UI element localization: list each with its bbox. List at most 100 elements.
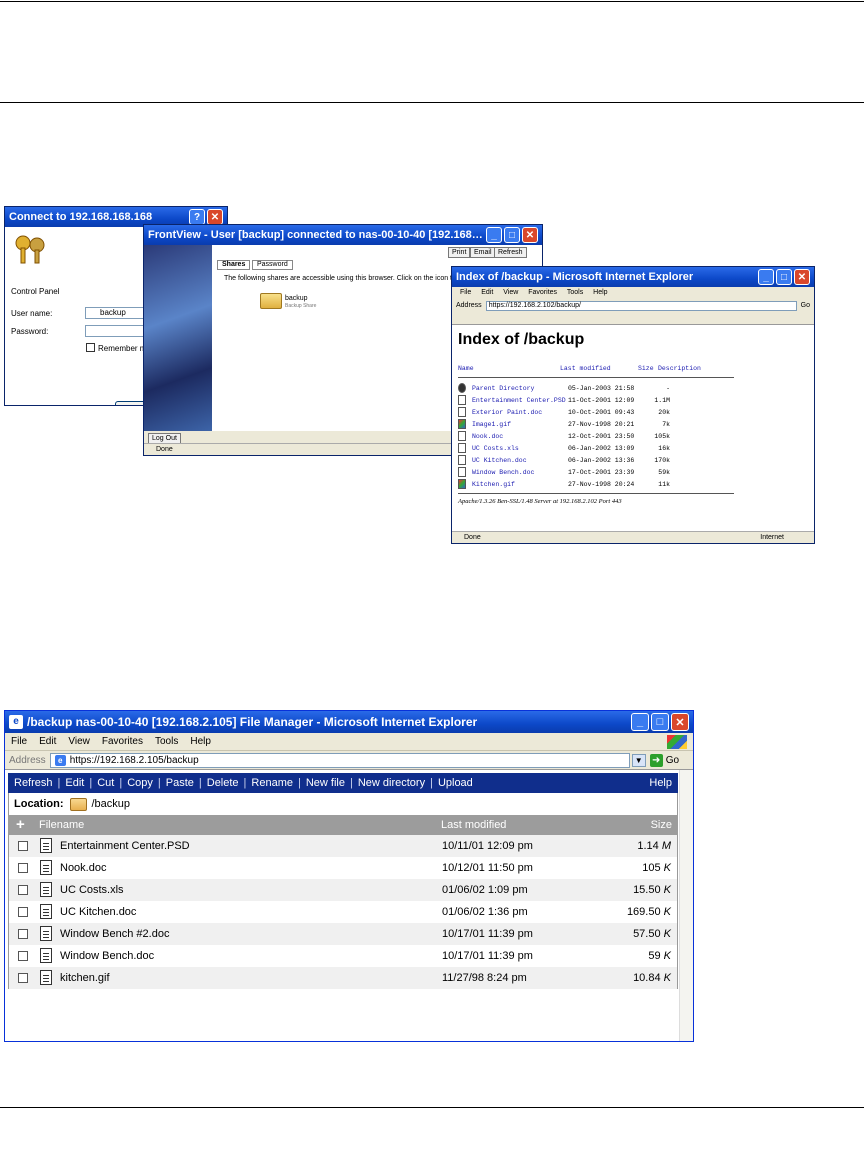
help-button[interactable]: ? xyxy=(189,209,205,225)
file-name[interactable]: Nook.doc xyxy=(60,862,106,874)
col-description[interactable]: Description xyxy=(658,365,701,372)
list-item: Parent Directory 05-Jan-2003 21:58 - xyxy=(458,383,748,394)
share-name[interactable]: backup xyxy=(285,295,308,302)
row-checkbox[interactable] xyxy=(18,929,28,939)
minimize-button[interactable]: _ xyxy=(486,227,502,243)
login-title: Connect to 192.168.168.168 xyxy=(9,211,153,223)
help-link[interactable]: Help xyxy=(649,777,672,789)
file-name[interactable]: kitchen.gif xyxy=(60,972,110,984)
close-button[interactable]: ✕ xyxy=(794,269,810,285)
col-last-modified[interactable]: Last modified xyxy=(441,819,506,831)
file-link[interactable]: UC Kitchen.doc xyxy=(472,457,527,464)
index-title: Index of /backup - Microsoft Internet Ex… xyxy=(456,271,694,283)
list-item: UC Costs.xls 06-Jan-2002 13:09 16k xyxy=(458,443,748,454)
menu-tools[interactable]: Tools xyxy=(155,736,178,747)
tab-password[interactable]: Password xyxy=(252,260,293,270)
file-name[interactable]: Window Bench.doc xyxy=(60,950,154,962)
vertical-scrollbar[interactable] xyxy=(679,770,693,1041)
col-size[interactable]: Size xyxy=(651,819,672,831)
file-name[interactable]: UC Costs.xls xyxy=(60,884,124,896)
upload-button[interactable]: Upload xyxy=(438,777,473,789)
remember-checkbox[interactable] xyxy=(86,343,95,352)
menu-help[interactable]: Help xyxy=(190,736,211,747)
table-row[interactable]: Window Bench.doc 10/17/01 11:39 pm 59 K xyxy=(9,945,677,967)
copy-button[interactable]: Copy xyxy=(127,777,153,789)
file-modified: 11/27/98 8:24 pm xyxy=(442,972,527,984)
new-file-button[interactable]: New file xyxy=(306,777,345,789)
separator: | xyxy=(119,777,123,789)
row-checkbox[interactable] xyxy=(18,885,28,895)
table-row[interactable]: UC Costs.xls 01/06/02 1:09 pm 15.50 K xyxy=(9,879,677,901)
delete-button[interactable]: Delete xyxy=(207,777,239,789)
file-name[interactable]: UC Kitchen.doc xyxy=(60,906,136,918)
rename-button[interactable]: Rename xyxy=(251,777,293,789)
maximize-button[interactable]: □ xyxy=(776,269,792,285)
close-button[interactable]: ✕ xyxy=(207,209,223,225)
file-link[interactable]: Exterior Paint.doc xyxy=(472,409,542,416)
bottom-rule xyxy=(0,1107,864,1108)
menu-edit[interactable]: Edit xyxy=(39,736,56,747)
file-link[interactable]: Window Bench.doc xyxy=(472,469,534,476)
menu-favorites[interactable]: Favorites xyxy=(528,289,557,296)
go-button[interactable]: Go xyxy=(801,302,810,309)
menu-edit[interactable]: Edit xyxy=(481,289,493,296)
file-date: 12-Oct-2001 23:50 xyxy=(568,433,635,440)
refresh-button[interactable]: Refresh xyxy=(494,247,527,258)
size-value: 105 xyxy=(642,862,661,874)
frontview-title: FrontView - User [backup] connected to n… xyxy=(148,229,484,241)
file-link[interactable]: Nook.doc xyxy=(472,433,503,440)
minimize-button[interactable]: _ xyxy=(631,713,649,731)
address-input[interactable]: https://192.168.2.102/backup/ xyxy=(485,300,797,311)
table-row[interactable]: UC Kitchen.doc 01/06/02 1:36 pm 169.50 K xyxy=(9,901,677,923)
menu-tools[interactable]: Tools xyxy=(567,289,583,296)
username-value: backup xyxy=(100,308,126,317)
col-name[interactable]: Name xyxy=(458,365,474,372)
col-filename[interactable]: Filename xyxy=(39,819,84,831)
print-button[interactable]: Print xyxy=(448,247,471,258)
row-checkbox[interactable] xyxy=(18,951,28,961)
file-name[interactable]: Window Bench #2.doc xyxy=(60,928,169,940)
menu-view[interactable]: View xyxy=(68,736,90,747)
ie-page-icon: e xyxy=(54,754,66,766)
file-link[interactable]: Kitchen.gif xyxy=(472,481,515,488)
file-link[interactable]: UC Costs.xls xyxy=(472,445,519,452)
maximize-button[interactable]: □ xyxy=(504,227,520,243)
menu-file[interactable]: File xyxy=(460,289,471,296)
table-row[interactable]: kitchen.gif 11/27/98 8:24 pm 10.84 K xyxy=(9,967,677,989)
tab-shares[interactable]: Shares xyxy=(217,260,251,270)
row-checkbox[interactable] xyxy=(18,841,28,851)
table-row[interactable]: Nook.doc 10/12/01 11:50 pm 105 K xyxy=(9,857,677,879)
refresh-button[interactable]: Refresh xyxy=(14,777,53,789)
email-button[interactable]: Email xyxy=(470,247,496,258)
row-checkbox[interactable] xyxy=(18,863,28,873)
paste-button[interactable]: Paste xyxy=(166,777,194,789)
menu-favorites[interactable]: Favorites xyxy=(102,736,143,747)
file-link[interactable]: Parent Directory xyxy=(472,385,534,392)
size-value: 59 xyxy=(648,950,661,962)
share-folder-icon[interactable] xyxy=(260,293,282,309)
table-row[interactable]: Window Bench #2.doc 10/17/01 11:39 pm 57.5… xyxy=(9,923,677,945)
row-checkbox[interactable] xyxy=(18,907,28,917)
edit-button[interactable]: Edit xyxy=(65,777,84,789)
menu-file[interactable]: File xyxy=(11,736,27,747)
go-button[interactable]: ➜ Go xyxy=(649,753,679,767)
row-checkbox[interactable] xyxy=(18,973,28,983)
menu-view[interactable]: View xyxy=(503,289,518,296)
file-link[interactable]: Image1.gif xyxy=(472,421,511,428)
cut-button[interactable]: Cut xyxy=(97,777,114,789)
address-dropdown-icon[interactable]: ▼ xyxy=(631,753,646,767)
select-all-plus-icon[interactable]: + xyxy=(16,815,25,835)
address-input[interactable]: e https://192.168.2.105/backup xyxy=(49,752,630,768)
col-last-modified[interactable]: Last modified xyxy=(560,365,611,372)
close-button[interactable]: ✕ xyxy=(522,227,538,243)
file-name[interactable]: Entertainment Center.PSD xyxy=(60,840,190,852)
table-row[interactable]: Entertainment Center.PSD 10/11/01 12:09 p… xyxy=(9,835,677,857)
minimize-button[interactable]: _ xyxy=(758,269,774,285)
file-toolbar: Refresh | Edit | Cut | Copy | Paste | Delete |… xyxy=(8,773,678,793)
new-directory-button[interactable]: New directory xyxy=(358,777,425,789)
close-button[interactable]: ✕ xyxy=(671,713,689,731)
menu-help[interactable]: Help xyxy=(593,289,607,296)
file-link[interactable]: Entertainment Center.PSD xyxy=(472,397,566,404)
col-size[interactable]: Size xyxy=(638,365,654,372)
maximize-button[interactable]: □ xyxy=(651,713,669,731)
